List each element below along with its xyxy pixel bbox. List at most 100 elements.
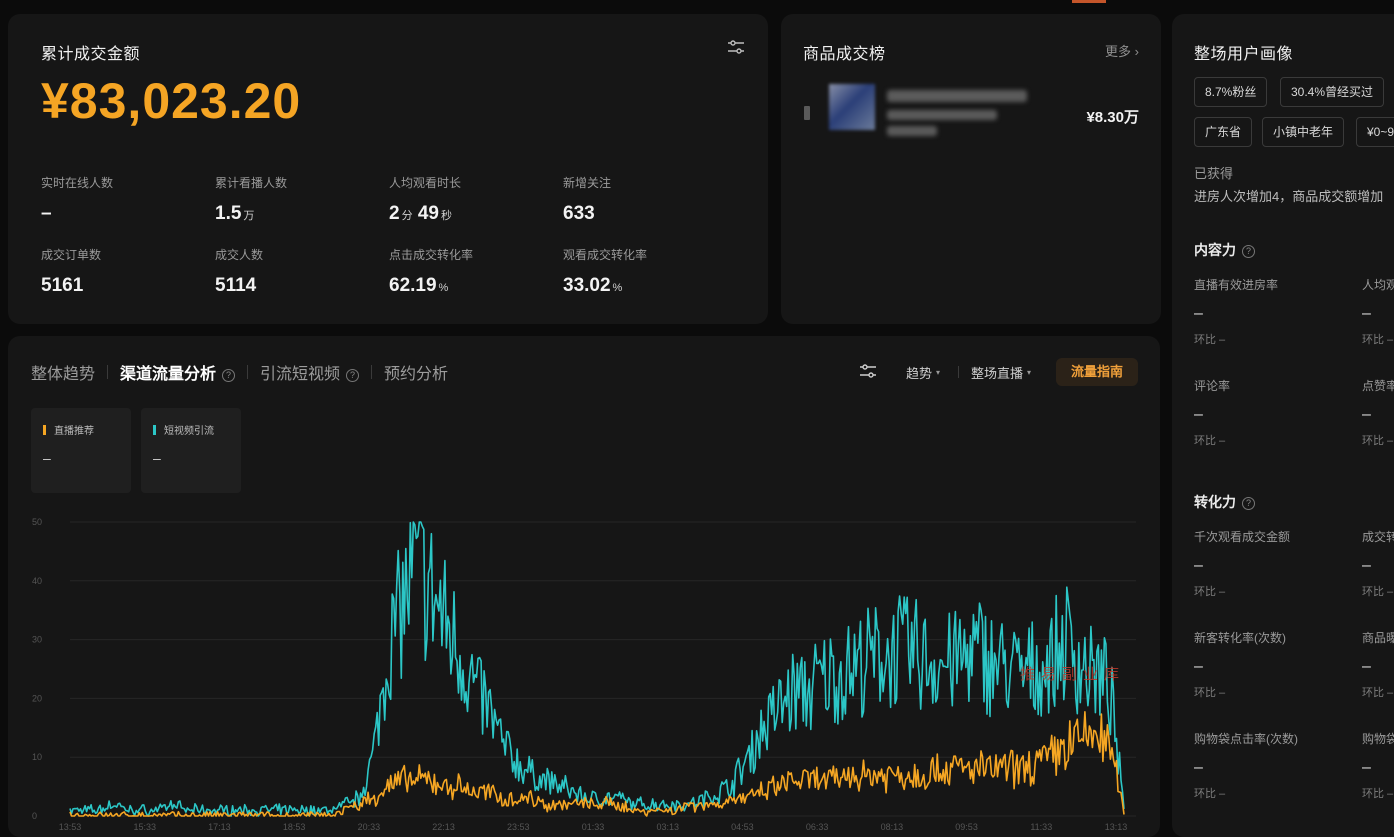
tag-province[interactable]: 广东省 [1194, 117, 1253, 147]
profile-metric-value: – [1362, 557, 1371, 574]
caret-down-icon: ▾ [1027, 368, 1032, 377]
tag-price-range[interactable]: ¥0~9 [1356, 117, 1394, 147]
y-tick-label: 20 [32, 693, 42, 703]
scope-dropdown[interactable]: 整场直播 ▾ [971, 363, 1031, 382]
profile-metric-value: – [1362, 658, 1371, 675]
more-link[interactable]: 更多 › [1105, 41, 1139, 60]
x-tick-label: 13:53 [59, 822, 82, 832]
tab-reservation[interactable]: 预约分析 [372, 360, 460, 384]
legend-swatch [153, 424, 156, 435]
metric-new-follow: 新增关注 633 [563, 174, 733, 225]
top-accent-bar [1072, 0, 1106, 3]
chevron-right-icon: › [1134, 44, 1139, 59]
profile-metric-hb: 环比 – [1362, 586, 1394, 598]
legend-live-recommend[interactable]: 直播推荐 – [31, 408, 131, 493]
summary-title: 累计成交金额 [41, 46, 141, 63]
profile-metric: 人均观 – 环比 – [1362, 276, 1394, 347]
metric-label: 点击成交转化率 [389, 248, 474, 262]
metric-label: 人均观看时长 [389, 176, 462, 190]
legend-short-video[interactable]: 短视频引流 – [141, 408, 241, 493]
profile-metric: 千次观看成交金额 – 环比 – [1194, 528, 1359, 599]
profile-metric-label: 评论率 [1194, 379, 1231, 393]
metric-value: 2 [389, 203, 400, 224]
profile-metric: 商品曝 – 环比 – [1362, 629, 1394, 700]
metric-unit: % [612, 282, 623, 294]
product-ranking-title: 商品成交榜 [803, 46, 886, 63]
help-icon[interactable]: ? [346, 369, 360, 382]
x-tick-label: 15:33 [133, 822, 156, 832]
profile-metric-value: – [1194, 557, 1203, 574]
more-link-label: 更多 [1105, 44, 1132, 59]
metric-value: 62.19 [389, 275, 437, 296]
x-tick-label: 17:13 [208, 822, 231, 832]
metric-label: 成交订单数 [41, 248, 102, 262]
metric-value: 1.5 [215, 203, 242, 224]
tab-overall-trend[interactable]: 整体趋势 [31, 360, 107, 384]
profile-metric-value: – [1194, 305, 1203, 322]
profile-metric-hb: 环比 – [1362, 687, 1394, 699]
help-icon[interactable]: ? [1242, 245, 1255, 258]
traffic-chart: 0 10 20 30 40 50 13:53 15:33 17:13 18:53 20:33 22:1… [32, 517, 1136, 832]
tag-purchased[interactable]: 30.4%曾经买过 [1280, 77, 1385, 107]
obtained-label: 已获得 [1194, 166, 1234, 181]
metric-unit: 分 [401, 210, 413, 222]
section-content-power: 内容力? [1194, 240, 1255, 260]
profile-metric-label: 购物袋点击率(次数) [1194, 732, 1298, 746]
product-row[interactable]: ¥8.30万 [801, 84, 1141, 144]
trend-card: 整体趋势 渠道流量分析? 引流短视频? 预约分析 趋势 ▾ 整场直播 ▾ 流量指南 … [8, 336, 1160, 837]
legend-name: 短视频引流 [164, 426, 214, 437]
profile-metric-label: 新客转化率(次数) [1194, 631, 1286, 645]
profile-metric-label: 点赞率 [1362, 379, 1394, 393]
metric-label: 观看成交转化率 [563, 248, 648, 262]
metric-value: 5161 [41, 275, 84, 296]
x-tick-label: 20:33 [358, 822, 381, 832]
x-tick-label: 06:33 [806, 822, 829, 832]
blurred-product-name [887, 90, 1027, 102]
tag-age-group[interactable]: 小镇中老年 [1262, 117, 1345, 147]
x-tick-label: 11:33 [1030, 822, 1052, 832]
filter-sliders-icon[interactable] [858, 361, 878, 381]
metric-unit: 万 [243, 210, 255, 222]
profile-metric-label: 商品曝 [1362, 631, 1394, 645]
blurred-product-meta [887, 126, 937, 136]
profile-metric: 评论率 – 环比 – [1194, 377, 1359, 448]
x-tick-label: 04:53 [731, 822, 754, 832]
profile-metric-hb: 环比 – [1362, 435, 1394, 447]
profile-metric-label: 成交转 [1362, 530, 1394, 544]
caret-down-icon: ▾ [936, 368, 941, 377]
metric-unit-2: 秒 [441, 210, 452, 222]
user-profile-card: 整场用户画像 8.7%粉丝 30.4%曾经买过 广东省 小镇中老年 ¥0~9 已… [1172, 14, 1394, 837]
trend-dropdown[interactable]: 趋势 ▾ [906, 363, 940, 382]
profile-metric-hb: 环比 – [1362, 788, 1394, 800]
profile-metric-value: – [1362, 759, 1371, 776]
tab-short-video[interactable]: 引流短视频? [248, 360, 371, 384]
profile-metric-label: 人均观 [1362, 278, 1394, 292]
profile-metric: 购物袋点击率(次数) – 环比 – [1194, 730, 1359, 801]
help-icon[interactable]: ? [1242, 497, 1255, 510]
profile-metric-value: – [1194, 406, 1203, 423]
profile-metric: 直播有效进房率 – 环比 – [1194, 276, 1359, 347]
user-profile-title: 整场用户画像 [1194, 46, 1294, 63]
help-icon[interactable]: ? [222, 369, 236, 382]
legend-value: – [153, 450, 161, 466]
settings-sliders-icon[interactable] [726, 37, 746, 57]
metric-online: 实时在线人数 – [41, 174, 211, 225]
x-tick-label: 08:13 [881, 822, 904, 832]
x-tick-label: 13:13 [1105, 822, 1128, 832]
legend-name: 直播推荐 [54, 426, 94, 437]
series-line-短视频引流 [69, 521, 1125, 817]
tab-label: 引流短视频 [260, 366, 341, 383]
trend-tabs: 整体趋势 渠道流量分析? 引流短视频? 预约分析 [31, 360, 460, 384]
traffic-guide-button[interactable]: 流量指南 [1056, 358, 1138, 386]
y-tick-label: 0 [32, 811, 37, 821]
section-title-text: 转化力 [1194, 494, 1236, 510]
profile-metric-hb: 环比 – [1194, 687, 1226, 699]
profile-metric-value: – [1362, 305, 1371, 322]
tag-fans[interactable]: 8.7%粉丝 [1194, 77, 1268, 107]
tab-channel-traffic[interactable]: 渠道流量分析? [108, 360, 247, 384]
profile-metric-hb: 环比 – [1194, 788, 1226, 800]
x-tick-label: 03:13 [656, 822, 679, 832]
metric-label: 累计看播人数 [215, 176, 288, 190]
metric-value: 633 [563, 203, 595, 224]
x-tick-label: 18:53 [283, 822, 306, 832]
